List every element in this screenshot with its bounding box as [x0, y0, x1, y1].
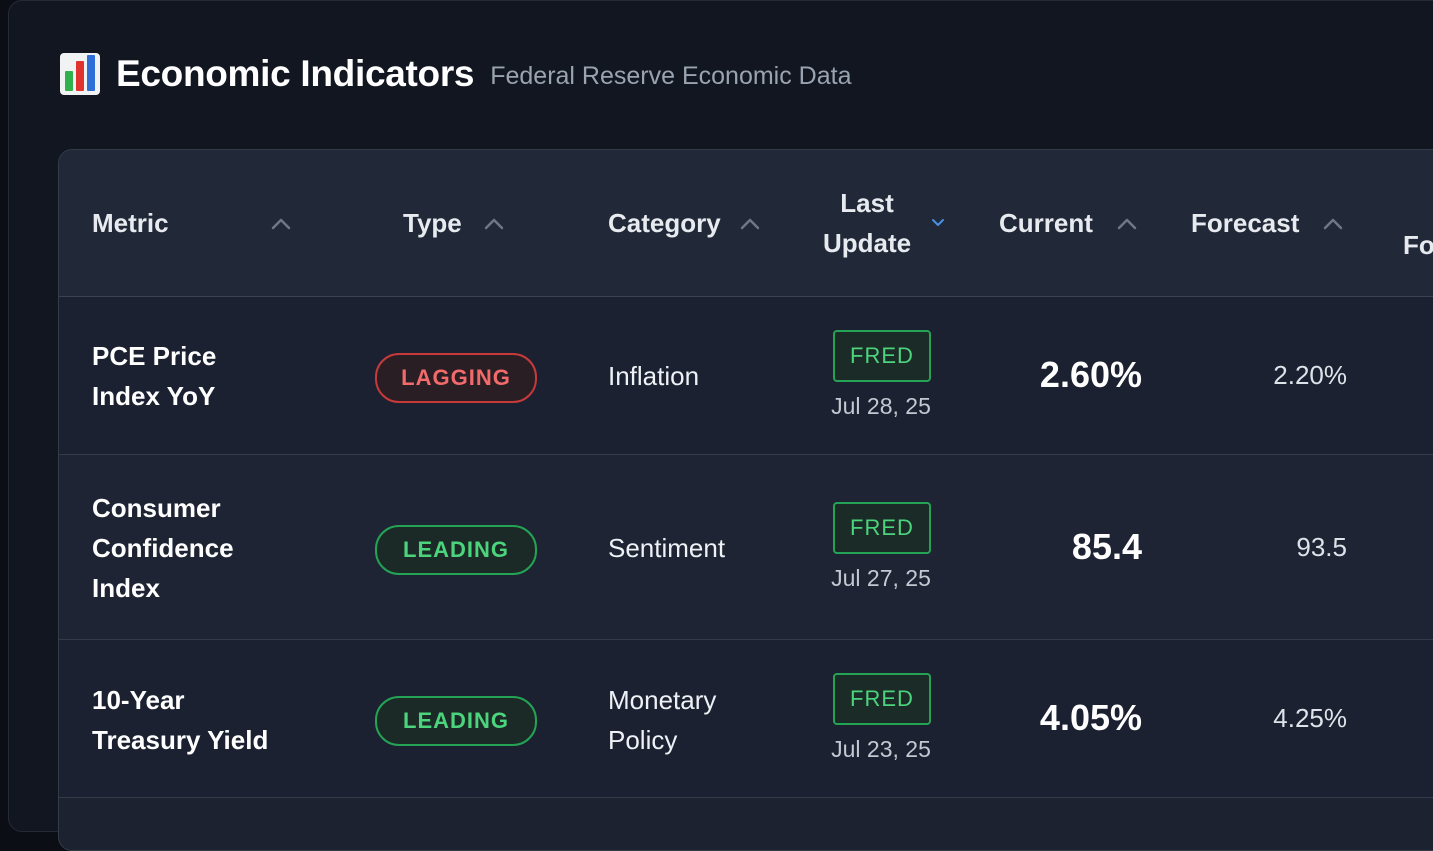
sort-chevron-down-icon[interactable] [930, 217, 946, 229]
column-header-last-update[interactable]: Last Update [807, 183, 927, 263]
table-row[interactable]: PCE Price Index YoY LAGGING Inflation FR… [59, 297, 1433, 455]
table-row[interactable]: 10-Year Treasury Yield LEADING Monetary … [59, 640, 1433, 798]
sort-chevron-up-icon[interactable] [1322, 217, 1344, 231]
column-header-current[interactable]: Current [999, 203, 1093, 243]
indicators-table: Metric Type Category Last Update Current… [58, 149, 1433, 851]
forecast-value: 93.5 [1296, 532, 1347, 562]
bar-chart-icon [60, 53, 100, 95]
sort-chevron-up-icon[interactable] [739, 217, 761, 231]
current-value: 4.05% [1039, 697, 1142, 738]
update-date: Jul 27, 25 [831, 565, 931, 591]
source-badge[interactable]: FRED [833, 673, 931, 725]
type-badge: LAGGING [375, 353, 537, 403]
page-title: Economic Indicators [116, 53, 475, 94]
category-cell: Monetary Policy [608, 685, 717, 755]
forecast-value: 2.20% [1273, 360, 1347, 390]
column-header-metric[interactable]: Metric [92, 203, 169, 243]
type-badge: LEADING [375, 696, 537, 746]
category-cell: Inflation [608, 361, 700, 391]
type-badge: LEADING [375, 525, 537, 575]
column-header-category[interactable]: Category [608, 203, 721, 243]
metric-name: PCE Price Index YoY [92, 341, 217, 411]
column-header-type[interactable]: Type [403, 203, 462, 243]
table-header: Metric Type Category Last Update Current… [59, 150, 1433, 297]
current-value: 85.4 [1071, 526, 1142, 567]
sort-chevron-up-icon[interactable] [1116, 217, 1138, 231]
category-cell: Sentiment [608, 533, 726, 563]
page-subtitle: Federal Reserve Economic Data [490, 61, 852, 90]
metric-name: 10-Year Treasury Yield [92, 685, 269, 755]
source-badge[interactable]: FRED [833, 502, 931, 554]
forecast-value: 4.25% [1273, 703, 1347, 733]
column-header-forecast[interactable]: Forecast [1191, 203, 1299, 243]
source-badge[interactable]: FRED [833, 330, 931, 382]
table-row[interactable]: Consumer Confidence Index LEADING Sentim… [59, 455, 1433, 640]
sort-chevron-up-icon[interactable] [483, 217, 505, 231]
column-header-partial[interactable]: Fo [1403, 225, 1433, 265]
update-date: Jul 28, 25 [831, 393, 931, 419]
metric-name: Consumer Confidence Index [92, 493, 234, 603]
sort-chevron-up-icon[interactable] [270, 217, 292, 231]
page-header: Economic Indicators Federal Reserve Econ… [60, 50, 852, 98]
update-date: Jul 23, 25 [831, 736, 931, 762]
current-value: 2.60% [1039, 354, 1142, 395]
